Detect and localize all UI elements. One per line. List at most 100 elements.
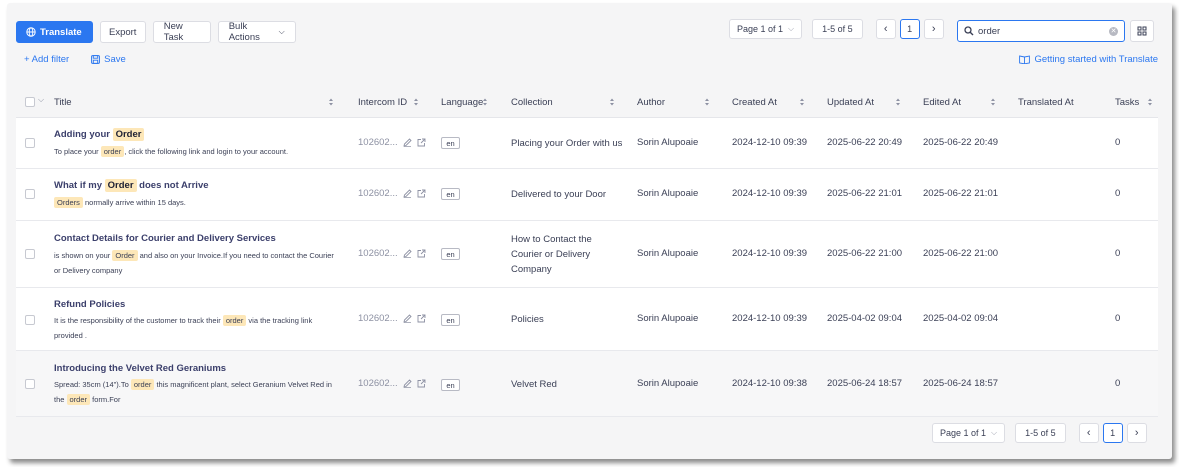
export-button-label: Export — [108, 26, 137, 38]
created-at: 2024-12-10 09:38 — [732, 378, 808, 389]
intercom-id: 102602... — [358, 313, 426, 324]
created-at: 2024-12-10 09:39 — [732, 188, 808, 199]
new-task-button[interactable]: New Task — [152, 21, 211, 43]
language-badge: en — [441, 379, 460, 391]
add-filter-link[interactable]: + Add filter — [24, 54, 69, 65]
next-page-button[interactable]: › — [923, 19, 944, 39]
prev-page-button[interactable]: ‹ — [875, 19, 896, 39]
collection-name: Policies — [511, 314, 544, 325]
sort-icon[interactable] — [895, 97, 901, 107]
sort-icon[interactable] — [413, 97, 419, 107]
edit-icon[interactable] — [403, 138, 412, 147]
save-filter-link[interactable]: Save — [91, 54, 126, 65]
author-name: Sorin Alupoaie — [637, 248, 699, 259]
filter-bar: + Add filter Save — [24, 54, 126, 65]
getting-started-link[interactable]: Getting started with Translate — [1019, 54, 1158, 65]
external-link-icon[interactable] — [417, 314, 426, 323]
edit-icon[interactable] — [403, 249, 412, 258]
article-snippet: To place your order, click the following… — [54, 144, 344, 159]
translate-button-label: Translate — [40, 26, 82, 38]
row-checkbox[interactable] — [25, 249, 35, 259]
table-row[interactable]: Refund Policies It is the responsibility… — [16, 288, 1158, 351]
save-filter-label: Save — [104, 54, 126, 65]
table-row[interactable]: Contact Details for Courier and Delivery… — [16, 221, 1158, 288]
snippet-text: Spread: 35cm (14").To — [54, 380, 131, 389]
bulk-actions-button[interactable]: Bulk Actions ⌵ — [217, 21, 296, 43]
page-1-button[interactable]: 1 — [1102, 423, 1123, 443]
column-language[interactable]: Language — [441, 86, 483, 118]
table-row[interactable]: Adding your Order To place your order, c… — [16, 118, 1158, 169]
article-title[interactable]: Refund Policies — [54, 299, 125, 310]
page-select[interactable]: Page 1 of 1 ⌵ — [932, 423, 1006, 443]
select-all-checkbox[interactable] — [25, 97, 35, 107]
snippet-text: is shown on your — [54, 251, 113, 260]
column-edited-at[interactable]: Edited At — [923, 86, 961, 118]
edited-at: 2025-06-24 18:57 — [923, 378, 999, 389]
article-title[interactable]: What if my Order does not Arrive — [54, 179, 209, 192]
sort-icon[interactable] — [799, 97, 805, 107]
row-checkbox[interactable] — [25, 138, 35, 148]
column-tasks[interactable]: Tasks — [1115, 86, 1139, 118]
snippet-text: provided . — [54, 331, 87, 340]
search-icon — [964, 26, 974, 36]
search-highlight: order — [222, 315, 247, 326]
intercom-id: 102602... — [358, 188, 426, 199]
save-icon — [91, 55, 101, 64]
column-title[interactable]: Title — [54, 86, 72, 118]
table-row[interactable]: What if my Order does not Arrive Orders … — [16, 169, 1158, 221]
page-select-label: Page 1 of 1 — [737, 24, 784, 34]
article-title[interactable]: Contact Details for Courier and Delivery… — [54, 233, 276, 244]
edited-at: 2025-06-22 21:00 — [923, 248, 999, 259]
search-highlight: Order — [104, 179, 137, 192]
prev-page-button[interactable]: ‹ — [1078, 423, 1099, 443]
edit-icon[interactable] — [403, 379, 412, 388]
row-checkbox[interactable] — [25, 189, 35, 199]
external-link-icon[interactable] — [417, 138, 426, 147]
column-intercom-id[interactable]: Intercom ID — [358, 86, 407, 118]
table-row[interactable]: Introducing the Velvet Red Geraniums Spr… — [16, 351, 1158, 417]
translate-button[interactable]: Translate — [16, 21, 93, 43]
sort-icon[interactable] — [1147, 97, 1153, 107]
article-snippet: Orders normally arrive within 15 days. — [54, 195, 344, 210]
page-select[interactable]: Page 1 of 1 ⌵ — [729, 19, 803, 39]
column-translated-at[interactable]: Translated At — [1018, 86, 1074, 118]
edit-icon[interactable] — [403, 189, 412, 198]
intercom-id-text: 102602... — [358, 378, 398, 389]
sort-icon[interactable] — [482, 97, 488, 107]
chevron-down-icon[interactable]: ⌵ — [38, 95, 44, 105]
created-at: 2024-12-10 09:39 — [732, 137, 808, 148]
bulk-actions-label: Bulk Actions — [228, 21, 260, 43]
column-collection[interactable]: Collection — [511, 86, 553, 118]
page-1-button[interactable]: 1 — [899, 19, 920, 39]
row-checkbox[interactable] — [25, 315, 35, 325]
snippet-text: via the tracking link — [246, 316, 313, 325]
export-button[interactable]: Export — [99, 21, 146, 43]
sort-icon[interactable] — [609, 97, 615, 107]
created-at: 2024-12-10 09:39 — [732, 313, 808, 324]
created-at: 2024-12-10 09:39 — [732, 248, 808, 259]
column-title-label: Title — [54, 96, 72, 108]
article-title[interactable]: Adding your Order — [54, 128, 145, 141]
clear-search-icon[interactable]: ✕ — [1109, 26, 1118, 36]
column-updated-at[interactable]: Updated At — [827, 86, 874, 118]
edited-at: 2025-06-22 21:01 — [923, 188, 999, 199]
search-input[interactable] — [978, 25, 1105, 37]
bottom-pagination: Page 1 of 1 ⌵ 1-5 of 5 ‹ 1 › — [932, 423, 1147, 443]
next-page-button[interactable]: › — [1126, 423, 1147, 443]
column-created-at[interactable]: Created At — [732, 86, 777, 118]
article-title[interactable]: Introducing the Velvet Red Geraniums — [54, 363, 226, 374]
external-link-icon[interactable] — [417, 249, 426, 258]
external-link-icon[interactable] — [417, 379, 426, 388]
title-text: What if my — [54, 180, 105, 191]
sort-icon[interactable] — [704, 97, 710, 107]
sort-icon[interactable] — [990, 97, 996, 107]
snippet-text: , click the following link and login to … — [124, 147, 289, 156]
edit-icon[interactable] — [403, 314, 412, 323]
external-link-icon[interactable] — [417, 189, 426, 198]
view-options-button[interactable] — [1130, 20, 1154, 42]
sort-icon[interactable] — [328, 97, 334, 107]
column-author[interactable]: Author — [637, 86, 665, 118]
row-checkbox[interactable] — [25, 379, 35, 389]
tasks-count: 0 — [1115, 378, 1121, 389]
updated-at: 2025-06-24 18:57 — [827, 378, 903, 389]
